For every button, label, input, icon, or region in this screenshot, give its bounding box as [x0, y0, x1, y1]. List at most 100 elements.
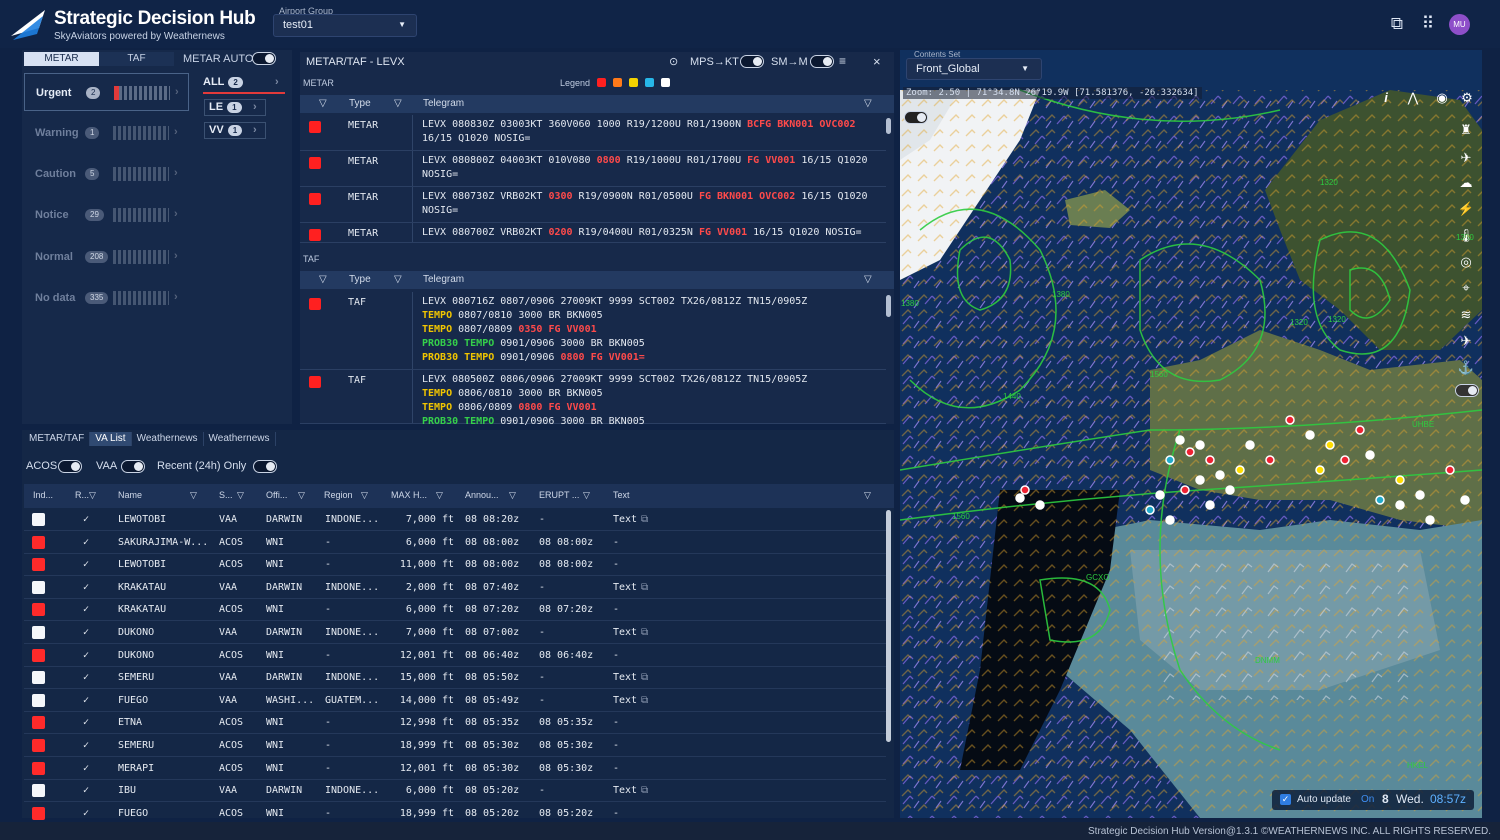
cell-txt[interactable]: Text: [613, 672, 637, 683]
metar-row[interactable]: METAR LEVX 080830Z 03003KT 360V060 1000 R…: [300, 115, 886, 151]
category-no-data[interactable]: No data 335 ›: [24, 279, 189, 317]
metar-auto-toggle[interactable]: [252, 52, 276, 65]
indicator-checkbox[interactable]: [32, 558, 45, 572]
tab-metar-taf[interactable]: METAR/TAF: [24, 432, 91, 446]
table-row[interactable]: ✓ LEWOTOBI ACOS WNI - 11,000 ft 08 08:00z 08 08…: [24, 554, 886, 577]
col-ind[interactable]: Ind...: [33, 490, 53, 500]
compass-icon[interactable]: ⋀: [1402, 90, 1424, 108]
filter-icon[interactable]: ▽: [864, 490, 871, 501]
table-row[interactable]: ✓ ETNA ACOS WNI - 12,998 ft 08 05:35z 08 05:35z…: [24, 712, 886, 735]
table-row[interactable]: ✓ SEMERU ACOS WNI - 18,999 ft 08 05:30z 08 05:3…: [24, 735, 886, 757]
col-text[interactable]: Text: [613, 490, 630, 500]
cell-txt[interactable]: Text: [613, 582, 637, 593]
taf-row[interactable]: TAF LEVX 080716Z 0807/0906 27009KT 9999 S…: [300, 292, 886, 370]
settings-gear-icon[interactable]: ⚙: [1456, 90, 1478, 108]
category-caution[interactable]: Caution 5 ›: [24, 155, 189, 193]
tab-weathernews-1[interactable]: Weathernews: [132, 432, 204, 446]
pin-icon[interactable]: ⊙: [669, 55, 678, 68]
table-row[interactable]: ✓ IBU VAA DARWIN INDONE... 6,000 ft 08 05:20z -…: [24, 780, 886, 803]
indicator-checkbox[interactable]: [32, 784, 45, 798]
cell-txt[interactable]: Text: [613, 785, 637, 796]
filter-icon[interactable]: ▽: [89, 490, 96, 501]
tower-icon[interactable]: ♜: [1455, 122, 1477, 140]
col-announce[interactable]: Annou...: [465, 490, 499, 500]
radar-icon[interactable]: ◎: [1455, 254, 1477, 272]
col-erupt[interactable]: ERUPT ...: [539, 490, 579, 500]
col-r[interactable]: R...: [75, 490, 89, 500]
map-toggle[interactable]: [904, 111, 928, 124]
indicator-checkbox[interactable]: [32, 671, 45, 685]
copy-icon[interactable]: ⧉: [641, 514, 648, 525]
indicator-checkbox[interactable]: [32, 648, 45, 662]
indicator-checkbox[interactable]: [32, 513, 45, 526]
col-region[interactable]: Region: [324, 490, 353, 500]
ship-icon[interactable]: ⚓: [1455, 360, 1477, 378]
table-row[interactable]: ✓ SEMERU VAA DARWIN INDONE... 15,000 ft 08 05:…: [24, 667, 886, 690]
cell-txt[interactable]: Text: [613, 514, 637, 525]
table-row[interactable]: ✓ LEWOTOBI VAA DARWIN INDONE... 7,000 ft 08 08…: [24, 509, 886, 531]
copy-icon[interactable]: ⧉: [641, 695, 648, 706]
filter-icon[interactable]: ▽: [864, 98, 872, 109]
globe-icon[interactable]: ◉: [1431, 90, 1453, 108]
aircraft-icon[interactable]: ✈: [1455, 333, 1477, 351]
table-row[interactable]: ✓ KRAKATAU VAA DARWIN INDONE... 2,000 ft 08 07…: [24, 577, 886, 599]
location-icon[interactable]: ⌖: [1455, 280, 1477, 298]
indicator-checkbox[interactable]: [32, 603, 45, 617]
info-icon[interactable]: i: [1375, 90, 1397, 108]
filter-icon[interactable]: ▽: [319, 274, 327, 285]
chip-vv[interactable]: VV 1 ›: [204, 122, 266, 139]
filter-icon[interactable]: ▽: [190, 490, 197, 501]
indicator-checkbox[interactable]: [32, 580, 45, 594]
category-normal[interactable]: Normal 208 ›: [24, 238, 189, 276]
chip-le[interactable]: LE 1 ›: [204, 99, 266, 116]
copy-icon[interactable]: ⧉: [641, 672, 648, 683]
filter-icon[interactable]: ▽: [436, 490, 443, 501]
filter-icon[interactable]: ▽: [298, 490, 305, 501]
weather-map[interactable]: 1380 1320 1380 1380 1320 1320 1440 1560 GCXO HKEL…: [900, 50, 1482, 818]
filter-icon[interactable]: ▽: [509, 490, 516, 501]
table-row[interactable]: ✓ MERAPI ACOS WNI - 12,001 ft 08 05:30z 08 05:3…: [24, 758, 886, 780]
filter-icon[interactable]: ▽: [361, 490, 368, 501]
mps-kt-toggle[interactable]: [740, 55, 764, 68]
filter-icon[interactable]: ▽: [394, 98, 402, 109]
menu-icon[interactable]: ≡: [839, 54, 846, 68]
map-canvas[interactable]: [900, 50, 1482, 818]
screenshot-icon[interactable]: ⧉: [1387, 14, 1407, 34]
airport-group-select[interactable]: test01 ▼: [273, 14, 417, 37]
indicator-checkbox[interactable]: [32, 806, 45, 820]
copy-icon[interactable]: ⧉: [641, 582, 648, 593]
metar-scrollbar[interactable]: [886, 118, 891, 134]
vaa-toggle[interactable]: [121, 460, 145, 473]
filter-icon[interactable]: ▽: [583, 490, 590, 501]
indicator-checkbox[interactable]: [32, 626, 45, 639]
indicator-checkbox[interactable]: [32, 693, 45, 707]
category-urgent[interactable]: Urgent 2 ›: [24, 73, 189, 111]
table-row[interactable]: ✓ KRAKATAU ACOS WNI - 6,000 ft 08 07:20z 08 07:…: [24, 599, 886, 622]
filter-icon[interactable]: ▽: [394, 274, 402, 285]
avatar[interactable]: MU: [1449, 14, 1470, 35]
filter-icon[interactable]: ▽: [237, 490, 244, 501]
tab-taf[interactable]: TAF: [99, 52, 174, 66]
va-scrollbar[interactable]: [886, 510, 891, 742]
tab-va-list[interactable]: VA List: [90, 432, 132, 446]
filter-icon[interactable]: ▽: [319, 98, 327, 109]
table-row[interactable]: ✓ SAKURAJIMA-W... ACOS WNI - 6,000 ft 08 08:00…: [24, 532, 886, 554]
category-notice[interactable]: Notice 29 ›: [24, 196, 189, 234]
apps-grid-icon[interactable]: ⠿: [1418, 14, 1438, 34]
col-name[interactable]: Name: [118, 490, 142, 500]
auto-update-checkbox[interactable]: ✓: [1280, 794, 1291, 805]
cell-txt[interactable]: Text: [613, 695, 637, 706]
indicator-checkbox[interactable]: [32, 739, 45, 752]
contents-set-select[interactable]: Front_Global ▼: [906, 58, 1042, 80]
copy-icon[interactable]: ⧉: [641, 785, 648, 796]
indicator-checkbox[interactable]: [32, 761, 45, 775]
col-office[interactable]: Offi...: [266, 490, 287, 500]
satellite-icon[interactable]: ✈: [1455, 150, 1477, 168]
metar-row[interactable]: METAR LEVX 080730Z VRB02KT 0300 R19/0900N…: [300, 187, 886, 223]
thermometer-icon[interactable]: 🌡: [1455, 228, 1477, 246]
lightning-icon[interactable]: ⚡: [1455, 201, 1477, 219]
metar-row[interactable]: METAR LEVX 080700Z VRB02KT 0200 R19/0400U…: [300, 223, 886, 243]
taf-row[interactable]: TAF LEVX 080500Z 0806/0906 27009KT 9999 S…: [300, 370, 886, 427]
table-row[interactable]: ✓ DUKONO VAA DARWIN INDONE... 7,000 ft 08 07:0…: [24, 622, 886, 644]
table-row[interactable]: ✓ FUEGO VAA WASHI... GUATEM... 14,000 ft 08 05…: [24, 690, 886, 712]
